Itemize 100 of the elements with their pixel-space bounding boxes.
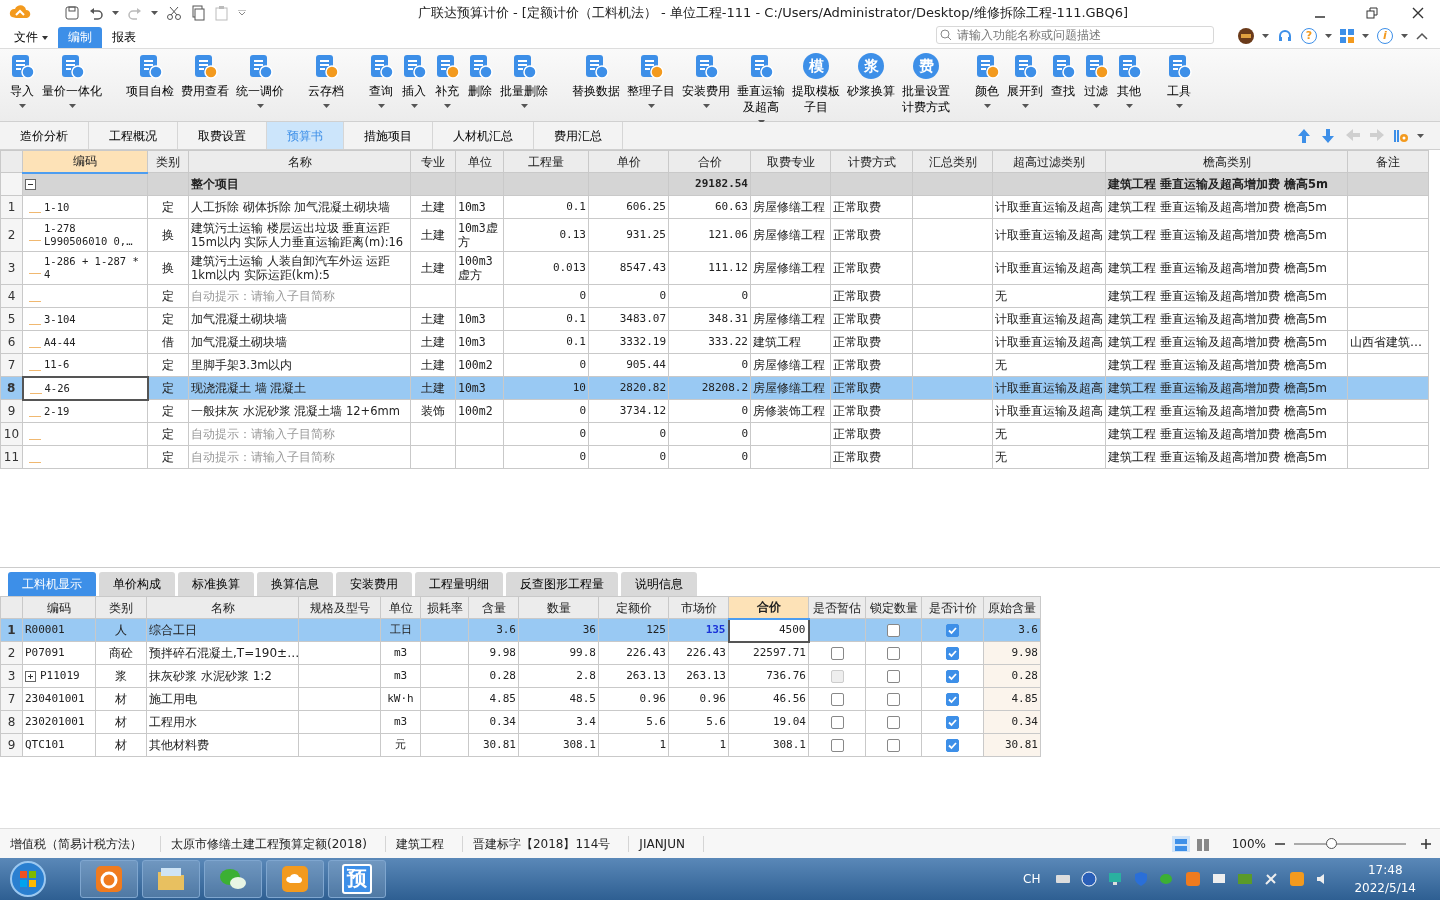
column-header[interactable]: 定额价 <box>598 596 669 619</box>
toolbar-button[interactable]: 补充 <box>431 53 463 108</box>
arrow-down-icon[interactable] <box>1321 127 1337 144</box>
column-header[interactable]: 类别 <box>147 150 189 173</box>
column-header[interactable]: 数量 <box>518 596 599 619</box>
column-header[interactable]: 工程量 <box>503 150 589 173</box>
toolbar-button[interactable]: 删除 <box>464 53 496 108</box>
checkbox[interactable] <box>946 739 959 752</box>
checkbox[interactable] <box>946 716 959 729</box>
column-header[interactable]: 檐高类别 <box>1105 150 1348 173</box>
table-row[interactable]: 7 230401001 材 施工用电 kW·h 4.85 48.5 0.96 0.96 46.56 4.85 <box>0 687 1041 711</box>
table-row[interactable]: 3 P11019 浆 抹灰砂浆 水泥砂浆 1:2 m3 0.28 2.8 263.13 263.13 736.76 0.28 <box>0 664 1041 688</box>
menu-item[interactable]: 报表 <box>102 27 146 48</box>
toolbar-button[interactable]: 云存档 <box>305 53 347 108</box>
column-header[interactable]: 专业 <box>410 150 456 173</box>
column-header[interactable]: 名称 <box>146 596 299 619</box>
toolbar-button[interactable]: 统一调价 <box>233 53 287 108</box>
zoom-slider[interactable] <box>1325 837 1337 849</box>
toolbar-button[interactable]: 展开到 <box>1004 53 1046 108</box>
paste-icon[interactable] <box>214 4 230 21</box>
monitor-icon[interactable] <box>1107 871 1124 887</box>
checkbox[interactable] <box>946 693 959 706</box>
view-tab[interactable]: 费用汇总 <box>534 122 623 149</box>
toolbar-button[interactable]: 量价一体化 <box>39 53 105 108</box>
checkbox[interactable] <box>887 624 900 637</box>
menu-item[interactable]: 文件 <box>4 27 58 48</box>
logo-icon[interactable] <box>1289 871 1306 887</box>
checkbox[interactable] <box>830 647 844 660</box>
column-header[interactable]: 名称 <box>188 150 411 173</box>
close-icon[interactable] <box>1412 6 1424 19</box>
arrow-up-icon[interactable] <box>1297 127 1313 144</box>
table-row[interactable]: 11 定 自动提示：请输入子目简称 0 0 0 正常取费 无 建筑工程 垂直运输及超高增加费 檐高5m <box>0 445 1429 469</box>
panel-tab[interactable]: 说明信息 <box>621 572 697 596</box>
table-row[interactable]: 8 4-26 定 现浇混凝土 墙 混凝土 土建 10m3 10 2820.82 28208.2 房屋修缮工程 正常取费 计取垂直运输及超高 建筑工程 垂直运输及超高增加费 檐高5m <box>0 376 1429 400</box>
table-row[interactable]: 6 A4-44 借 加气混凝土砌块墙 土建 10m3 0.1 3332.19 333.22 建筑工程 正常取费 计取垂直运输及超高 建筑工程 垂直运输及超高增加费 檐高5m 山西省建筑… <box>0 330 1429 354</box>
taskbar-button[interactable] <box>204 860 262 898</box>
toolbar-button[interactable]: 其他 <box>1113 53 1145 108</box>
expand-toggle[interactable] <box>25 670 36 682</box>
column-header[interactable]: 取费专业 <box>750 150 831 173</box>
app-icon[interactable] <box>1185 871 1202 887</box>
toolbar-button[interactable]: 插入 <box>398 53 430 108</box>
table-row[interactable]: 1 R00001 人 综合工日 工日 3.6 36 125 135 4500 3.6 <box>0 618 1041 642</box>
checkbox[interactable] <box>830 716 844 729</box>
zoom-in-icon[interactable] <box>1420 837 1432 850</box>
caret-icon[interactable] <box>1417 133 1424 138</box>
table-row[interactable]: 4 定 自动提示：请输入子目简称 0 0 0 正常取费 无 建筑工程 垂直运输及超高增加费 檐高5m <box>0 284 1429 308</box>
column-header[interactable]: 原始含量 <box>983 596 1041 619</box>
column-header[interactable]: 规格及型号 <box>298 596 381 619</box>
toolbar-button[interactable]: 查询 <box>365 53 397 108</box>
table-row[interactable]: 2 P07091 商砼 预拌碎石混凝土,T=190±… m3 9.98 99.8 226.43 226.43 22597.71 9.98 <box>0 641 1041 665</box>
headset-icon[interactable] <box>1277 28 1293 44</box>
column-header[interactable]: 单位 <box>380 596 421 619</box>
column-header[interactable]: 超高过滤类别 <box>992 150 1106 173</box>
column-header[interactable]: 编码 <box>22 596 96 619</box>
panel-tab[interactable]: 工程量明细 <box>415 572 503 596</box>
checkbox[interactable] <box>830 693 844 706</box>
panel-tab[interactable]: 安装费用 <box>336 572 412 596</box>
caret-icon[interactable] <box>112 10 119 15</box>
column-header[interactable]: 汇总类别 <box>912 150 993 173</box>
settings-icon[interactable] <box>1393 127 1409 144</box>
table-row[interactable]: 1 1-10 定 人工拆除 砌体拆除 加气混凝土砌块墙 土建 10m3 0.1 606.25 60.63 房屋修缮工程 正常取费 计取垂直运输及超高 建筑工程 垂直运输及超高增加费 檐高5m <box>0 195 1429 219</box>
column-header[interactable]: 单价 <box>588 150 669 173</box>
view-tab[interactable]: 工程概况 <box>89 122 178 149</box>
caret-icon[interactable] <box>151 10 158 15</box>
column-header[interactable]: 计费方式 <box>830 150 913 173</box>
caret-icon[interactable] <box>1325 34 1332 38</box>
table-row[interactable]: 9 QTC101 材 其他材料费 元 30.81 308.1 1 1 308.1 30.81 <box>0 733 1041 757</box>
toolbar-button[interactable]: 过滤 <box>1080 53 1112 108</box>
checkbox[interactable] <box>887 670 900 683</box>
taskbar-button[interactable] <box>266 860 324 898</box>
column-header[interactable]: 合价 <box>668 150 751 173</box>
toolbar-button[interactable]: 项目自检 <box>123 53 177 108</box>
checkbox[interactable] <box>946 670 959 683</box>
column-header[interactable]: 是否暂估 <box>808 596 866 619</box>
checkbox[interactable] <box>887 716 900 729</box>
table-row[interactable]: 8 230201001 材 工程用水 m3 0.34 3.4 5.6 5.6 19.04 0.34 <box>0 710 1041 734</box>
column-header[interactable]: 编码 <box>22 150 148 173</box>
collapse-toggle[interactable] <box>25 179 36 191</box>
panel-tab[interactable]: 单价构成 <box>99 572 175 596</box>
panel-tab[interactable]: 反查图形工程量 <box>506 572 618 596</box>
start-icon[interactable] <box>8 860 48 898</box>
table-row[interactable]: 7 11-6 定 里脚手架3.3m以内 土建 100m2 0 905.44 0 房屋修缮工程 正常取费 无 建筑工程 垂直运输及超高增加费 檐高5m <box>0 353 1429 377</box>
column-header[interactable]: 损耗率 <box>420 596 469 619</box>
view-tab[interactable]: 造价分析 <box>0 122 89 149</box>
checkbox[interactable] <box>887 739 900 752</box>
table-row[interactable]: 10 定 自动提示：请输入子目简称 0 0 0 正常取费 无 建筑工程 垂直运输及超高增加费 檐高5m <box>0 422 1429 446</box>
column-header[interactable]: 锁定数量 <box>865 596 922 619</box>
column-header[interactable]: 合价 <box>728 596 809 619</box>
grid-icon[interactable] <box>1340 29 1354 43</box>
toolbar-button[interactable]: 查找 <box>1047 53 1079 108</box>
caret-icon[interactable] <box>1362 34 1369 38</box>
restore-icon[interactable] <box>1366 6 1378 19</box>
checkbox[interactable] <box>830 739 844 752</box>
toolbar-button[interactable]: 工具 <box>1163 53 1195 108</box>
customize-icon[interactable] <box>238 9 246 16</box>
checkbox[interactable] <box>946 624 959 637</box>
table-row[interactable]: 3 1-286 + 1-287 * 4 换 建筑污土运输 人装自卸汽车外运 运距 1km以内 实际运距(km):5 土建 100m3 虚方 0.013 8547.43 111.12 房屋修缮工程 正常取费 计取垂直运输及超高 建筑工程 垂直运输及超高增加费 檐高5m <box>0 251 1429 285</box>
view-tab[interactable]: 人材机汇总 <box>433 122 534 149</box>
column-header[interactable]: 市场价 <box>668 596 729 619</box>
taskbar-button[interactable] <box>142 860 200 898</box>
